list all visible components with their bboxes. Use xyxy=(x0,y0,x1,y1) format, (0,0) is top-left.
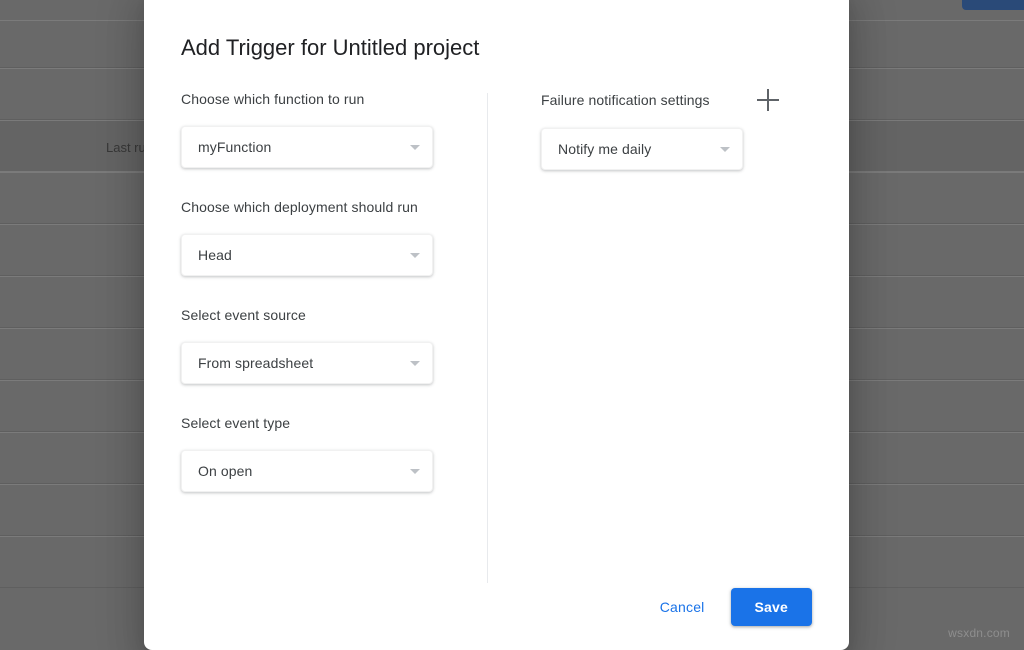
deployment-select-value: Head xyxy=(198,247,402,263)
save-button[interactable]: Save xyxy=(731,588,813,626)
dialog-footer: Cancel Save xyxy=(648,588,812,626)
field-label-event-source: Select event source xyxy=(181,305,481,325)
dialog-body: Choose which function to run myFunction … xyxy=(144,89,849,584)
chevron-down-icon xyxy=(410,253,420,258)
column-divider xyxy=(487,93,488,583)
deployment-select[interactable]: Head xyxy=(181,234,433,276)
chevron-down-icon xyxy=(410,361,420,366)
field-label-function-to-run: Choose which function to run xyxy=(181,89,481,109)
field-label-failure-notification: Failure notification settings xyxy=(541,90,757,110)
event-source-select[interactable]: From spreadsheet xyxy=(181,342,433,384)
notification-frequency-select[interactable]: Notify me daily xyxy=(541,128,743,170)
field-label-event-type: Select event type xyxy=(181,413,481,433)
trigger-settings-column: Choose which function to run myFunction … xyxy=(181,89,481,492)
field-event-source: Select event source From spreadsheet xyxy=(181,305,481,384)
field-deployment: Choose which deployment should run Head xyxy=(181,197,481,276)
background-primary-button xyxy=(962,0,1024,10)
function-select[interactable]: myFunction xyxy=(181,126,433,168)
event-source-select-value: From spreadsheet xyxy=(198,355,402,371)
add-trigger-dialog: Add Trigger for Untitled project Choose … xyxy=(144,0,849,650)
watermark: wsxdn.com xyxy=(948,626,1010,640)
field-notification-frequency: Notify me daily xyxy=(541,128,821,170)
chevron-down-icon xyxy=(410,469,420,474)
function-select-value: myFunction xyxy=(198,139,402,155)
notification-frequency-select-value: Notify me daily xyxy=(558,141,712,157)
failure-notification-column: Failure notification settings Notify me … xyxy=(541,89,821,170)
chevron-down-icon xyxy=(720,147,730,152)
chevron-down-icon xyxy=(410,145,420,150)
field-function-to-run: Choose which function to run myFunction xyxy=(181,89,481,168)
field-label-deployment: Choose which deployment should run xyxy=(181,197,481,217)
cancel-button[interactable]: Cancel xyxy=(648,589,717,625)
failure-notification-header: Failure notification settings xyxy=(541,89,779,111)
event-type-select[interactable]: On open xyxy=(181,450,433,492)
dialog-title: Add Trigger for Untitled project xyxy=(181,34,479,62)
event-type-select-value: On open xyxy=(198,463,402,479)
plus-icon[interactable] xyxy=(757,89,779,111)
field-event-type: Select event type On open xyxy=(181,413,481,492)
